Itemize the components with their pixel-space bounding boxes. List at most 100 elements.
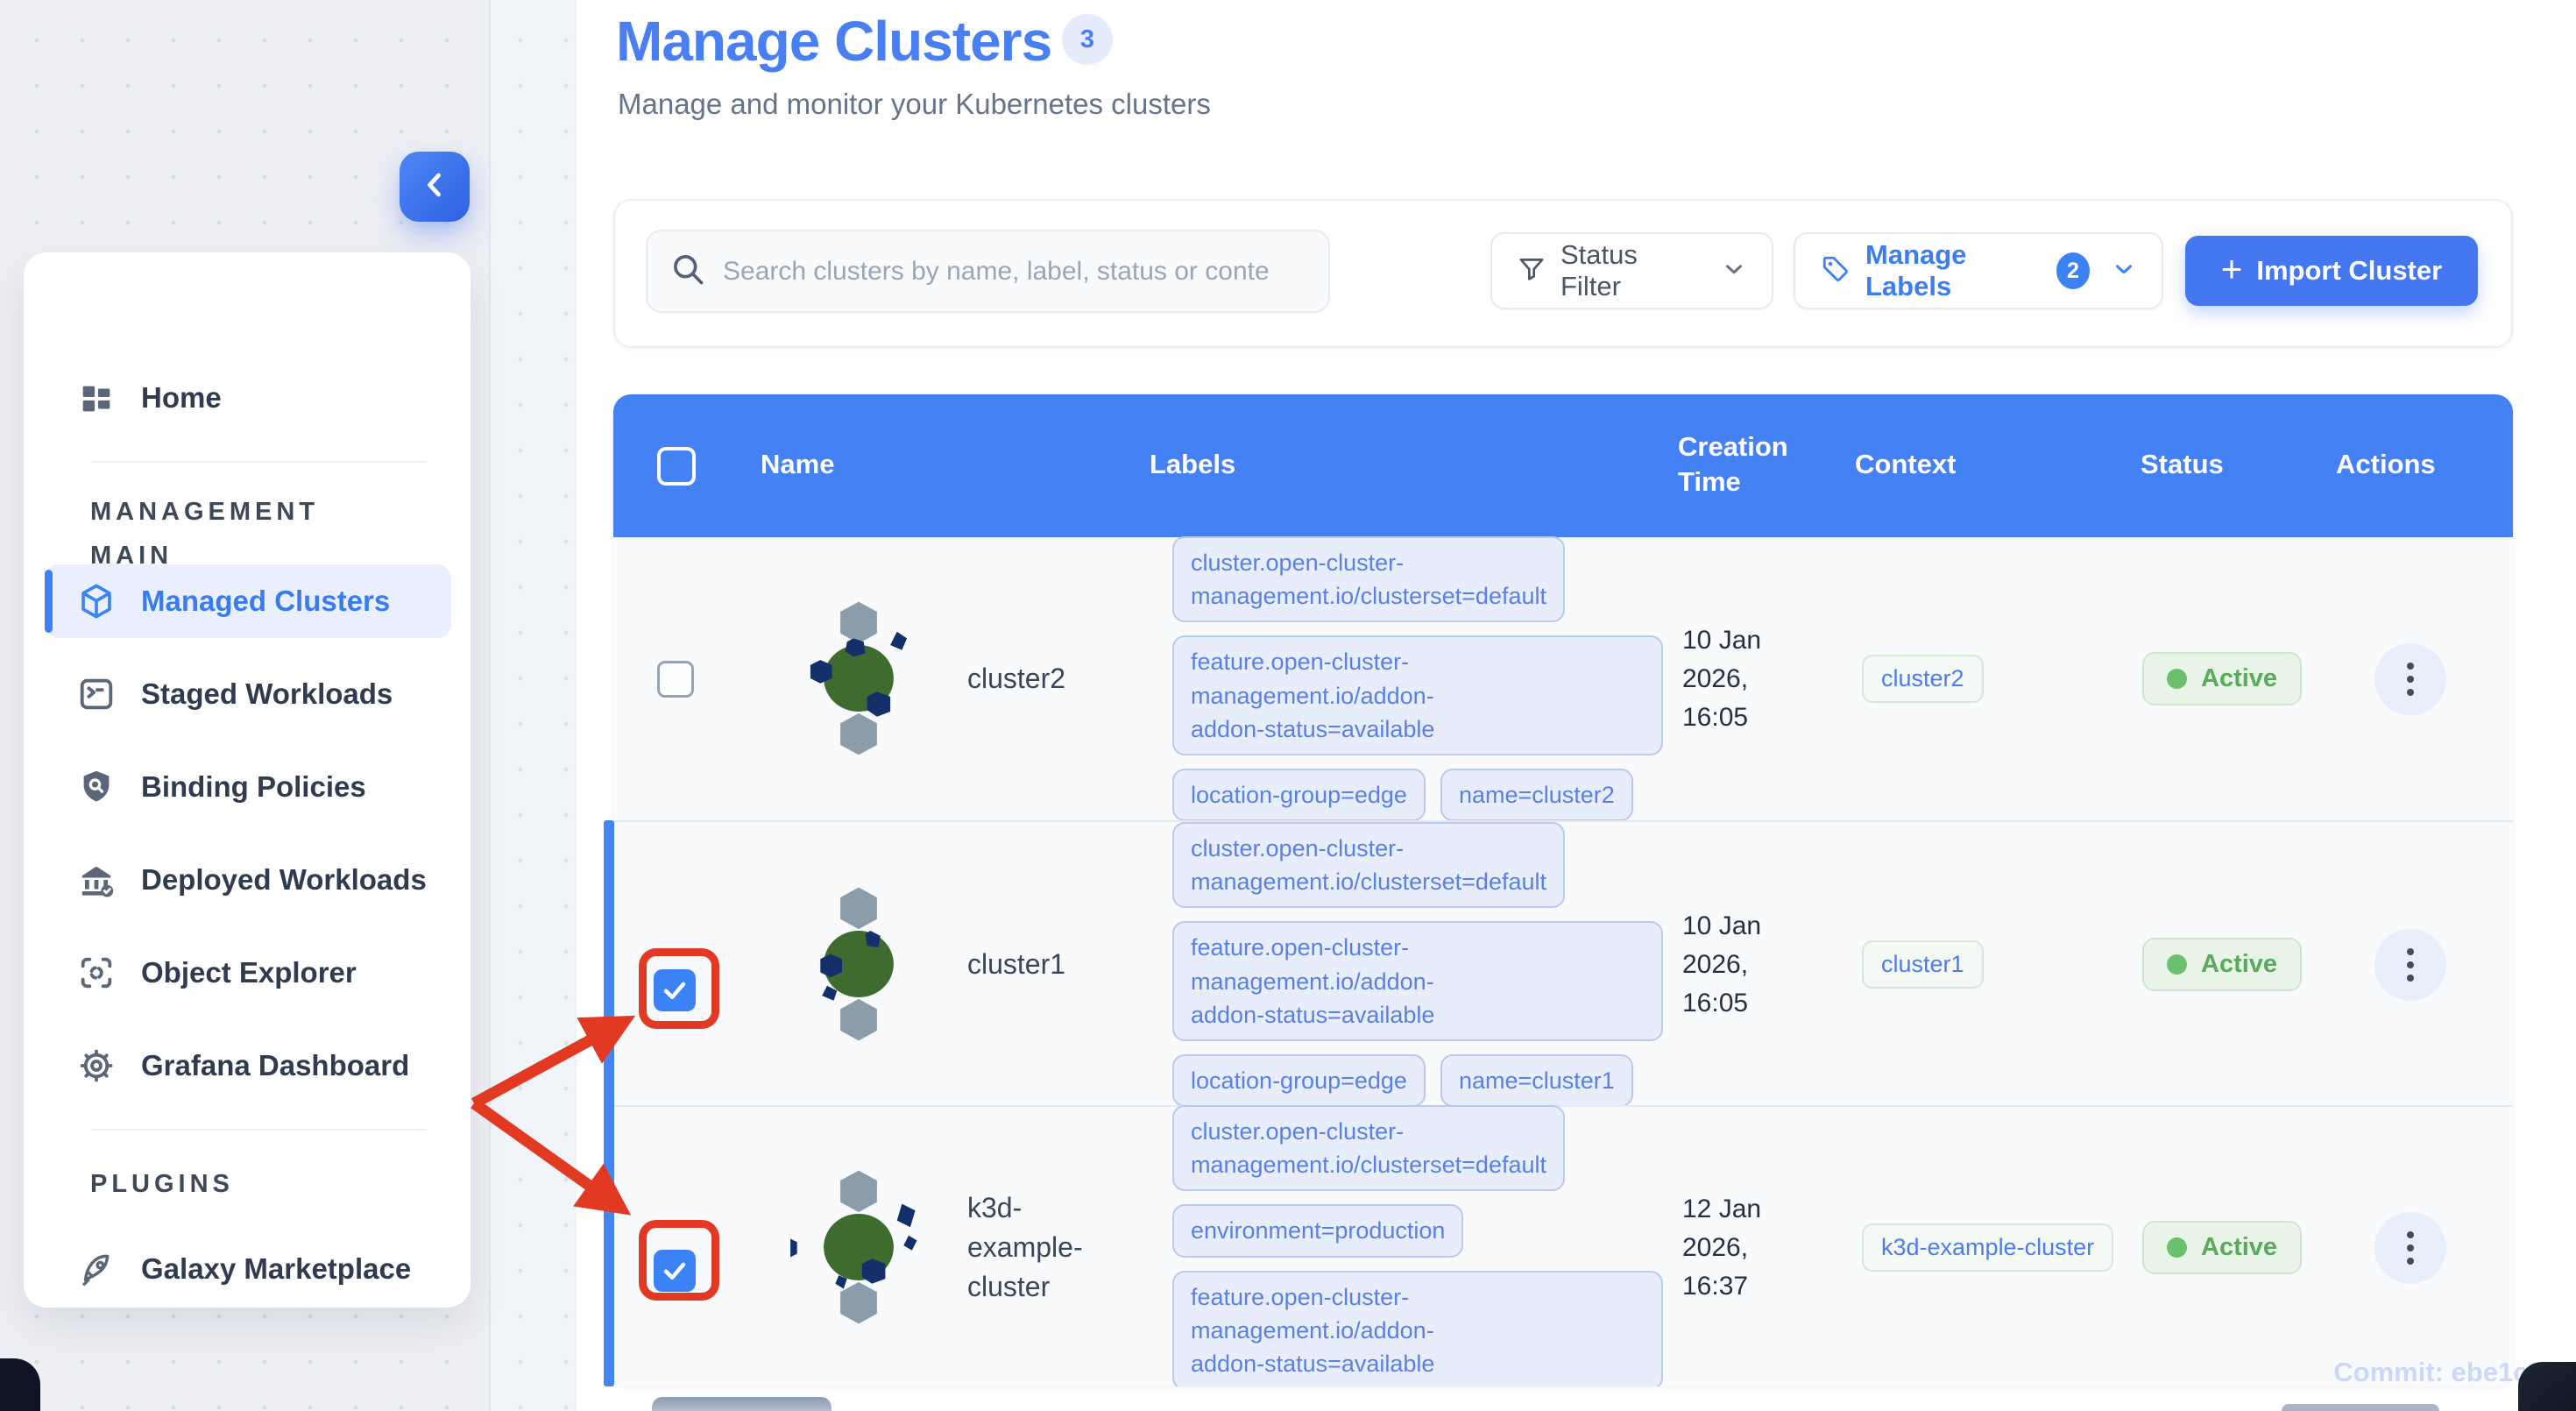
plus-icon: + xyxy=(2220,248,2243,289)
cluster-name-cell: cluster1 xyxy=(967,822,1116,1107)
creation-time-cell: 10 Jan 2026, 16:05 xyxy=(1682,822,1761,1107)
row-actions-button[interactable] xyxy=(2374,928,2446,1001)
table-row-k3d-example-cluster[interactable]: k3d-example-cluster cluster.open-cluster… xyxy=(613,1104,2513,1386)
import-cluster-button[interactable]: + Import Cluster xyxy=(2185,236,2478,306)
sidebar-item-home[interactable]: Home xyxy=(45,361,451,435)
sidebar-collapse-button[interactable] xyxy=(400,152,470,222)
label-chip: cluster.open-cluster- management.io/clus… xyxy=(1172,821,1565,909)
cluster-name-cell: k3d-example-cluster xyxy=(967,1107,1108,1386)
sidebar-item-label: Managed Clusters xyxy=(141,585,391,617)
sidebar: MAIN Home MANAGEMENT Managed Clusters St… xyxy=(24,252,471,1308)
status-cell: Active xyxy=(2142,537,2303,820)
row-checkbox-cell xyxy=(654,1250,696,1292)
manage-labels-button[interactable]: Manage Labels 2 xyxy=(1794,232,2163,309)
label-chip: cluster.open-cluster- management.io/clus… xyxy=(1172,535,1565,623)
context-pill: cluster1 xyxy=(1862,940,1984,989)
creation-time-cell: 10 Jan 2026, 16:05 xyxy=(1682,537,1761,820)
labels-cell: cluster.open-cluster- management.io/clus… xyxy=(1172,535,1663,822)
row-checkbox-cell xyxy=(654,969,696,1011)
creation-time-line: 16:05 xyxy=(1682,702,1749,732)
page-title: Manage Clusters xyxy=(616,10,1052,73)
cluster-name: k3d-example-cluster xyxy=(967,1192,1083,1302)
rocket-icon xyxy=(76,1249,117,1289)
status-dot-icon xyxy=(2167,669,2187,689)
column-header-labels: Labels xyxy=(1150,449,1236,479)
search-box[interactable] xyxy=(646,230,1330,313)
creation-time-line: 12 Jan xyxy=(1682,1194,1762,1223)
status-badge: Active xyxy=(2142,1221,2303,1274)
tag-icon xyxy=(1820,253,1851,289)
row-actions-button[interactable] xyxy=(2374,1211,2446,1284)
gear-icon xyxy=(76,1046,117,1086)
sidebar-item-object-explorer[interactable]: Object Explorer xyxy=(45,936,451,1010)
creation-time-line: 10 Jan xyxy=(1682,911,1762,940)
background-gap-band xyxy=(489,0,576,1411)
terminal-icon xyxy=(76,674,117,714)
actions-cell xyxy=(2374,537,2446,820)
sidebar-divider xyxy=(90,1129,427,1131)
shield-search-icon xyxy=(76,767,117,807)
status-badge: Active xyxy=(2142,938,2303,991)
actions-cell xyxy=(2374,822,2446,1107)
search-input[interactable] xyxy=(723,256,1307,287)
sidebar-item-binding-policies[interactable]: Binding Policies xyxy=(45,750,451,824)
app-canvas: MAIN Home MANAGEMENT Managed Clusters St… xyxy=(0,0,2576,1411)
creation-time-line: 2026, xyxy=(1682,949,1749,979)
chevron-down-icon xyxy=(1721,256,1747,287)
sidebar-item-label: Binding Policies xyxy=(141,770,366,803)
selected-rows-indicator-bar xyxy=(604,820,614,1386)
table-row-cluster1[interactable]: cluster1 cluster.open-cluster- managemen… xyxy=(613,820,2513,1108)
bank-check-icon xyxy=(76,860,117,900)
sidebar-item-staged-workloads[interactable]: Staged Workloads xyxy=(45,657,451,731)
sidebar-item-label: Object Explorer xyxy=(141,956,357,989)
row-checkbox[interactable] xyxy=(657,660,694,698)
sidebar-item-label: Staged Workloads xyxy=(141,677,393,710)
status-label: Active xyxy=(2201,664,2278,692)
sidebar-item-galaxy-marketplace[interactable]: Galaxy Marketplace xyxy=(45,1232,451,1306)
label-chip: feature.open-cluster-management.io/addon… xyxy=(1172,921,1663,1042)
column-header-status: Status xyxy=(2141,449,2224,479)
funnel-icon xyxy=(1517,254,1546,288)
column-header-creation-time: Creation Time xyxy=(1678,431,1788,497)
cluster-logo xyxy=(775,881,942,1047)
scan-icon xyxy=(76,953,117,993)
search-icon xyxy=(669,250,707,293)
context-cell: k3d-example-cluster xyxy=(1862,1107,2114,1386)
status-dot-icon xyxy=(2167,1237,2187,1258)
commit-hash-label: Commit: ebe1c30 xyxy=(2333,1357,2558,1387)
sidebar-item-deployed-workloads[interactable]: Deployed Workloads xyxy=(45,843,451,917)
creation-time-line: 2026, xyxy=(1682,1232,1749,1262)
status-label: Active xyxy=(2201,950,2278,978)
status-filter-button[interactable]: Status Filter xyxy=(1490,232,1773,309)
table-row-cluster2[interactable]: cluster2 cluster.open-cluster- managemen… xyxy=(613,535,2513,822)
active-accent-bar xyxy=(45,570,53,633)
sidebar-item-managed-clusters[interactable]: Managed Clusters xyxy=(45,564,451,638)
creation-time-line: 10 Jan xyxy=(1682,625,1762,655)
row-actions-button[interactable] xyxy=(2374,642,2446,715)
partial-button-bottom-right[interactable] xyxy=(2282,1404,2439,1411)
page-subtitle: Manage and monitor your Kubernetes clust… xyxy=(618,88,1211,120)
row-checkbox-checked[interactable] xyxy=(654,969,696,1011)
label-chip: location-group=edge xyxy=(1172,769,1426,822)
table-header: Name Labels Creation Time Context Status… xyxy=(613,394,2513,537)
labels-count-badge: 2 xyxy=(2056,252,2090,289)
import-cluster-label: Import Cluster xyxy=(2256,255,2443,286)
label-chip: cluster.open-cluster- management.io/clus… xyxy=(1172,1104,1565,1192)
labels-cell: cluster.open-cluster- management.io/clus… xyxy=(1172,1104,1663,1386)
row-checkbox-checked[interactable] xyxy=(654,1250,696,1292)
corner-widget-bottom-right[interactable] xyxy=(2518,1362,2576,1411)
actions-cell xyxy=(2374,1107,2446,1386)
column-header-actions: Actions xyxy=(2336,449,2436,479)
chevron-down-icon xyxy=(2111,256,2137,287)
sidebar-item-label: Grafana Dashboard xyxy=(141,1049,410,1081)
status-cell: Active xyxy=(2142,822,2303,1107)
context-pill: k3d-example-cluster xyxy=(1862,1223,2114,1272)
context-pill: cluster2 xyxy=(1862,655,1984,703)
sidebar-item-label: Home xyxy=(141,381,222,414)
cluster-logo xyxy=(775,595,942,762)
sidebar-item-grafana-dashboard[interactable]: Grafana Dashboard xyxy=(45,1029,451,1103)
partial-button-bottom-left[interactable] xyxy=(652,1397,832,1411)
label-chip: name=cluster1 xyxy=(1440,1054,1633,1108)
select-all-checkbox[interactable] xyxy=(657,447,696,486)
column-header-context: Context xyxy=(1855,449,1957,479)
